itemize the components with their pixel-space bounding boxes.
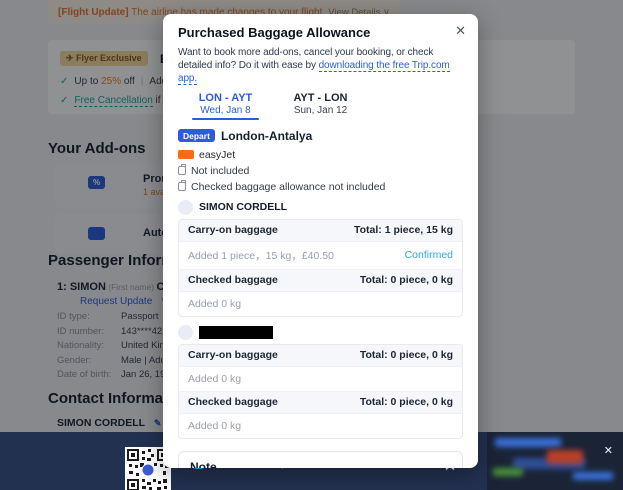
table-row: Checked baggage Total: 0 piece, 0 kg (179, 392, 462, 413)
baggage-table-passenger-2: Carry-on baggage Total: 0 piece, 0 kg Ad… (178, 344, 463, 439)
depart-badge: Depart (178, 129, 215, 142)
carry-on-bag-icon (178, 166, 186, 175)
passenger-1-header: SIMON CORDELL (178, 200, 463, 215)
modal-intro: Want to book more add-ons, cancel your b… (178, 46, 463, 86)
photo-blob (493, 468, 523, 476)
baggage-table-passenger-1: Carry-on baggage Total: 1 piece, 15 kg A… (178, 219, 463, 317)
modal-title: Purchased Baggage Allowance (178, 25, 463, 40)
close-icon[interactable]: ✕ (455, 23, 466, 39)
passenger-2-header (178, 325, 463, 340)
table-row: Added 0 kg (179, 413, 462, 438)
note-heading: Note (190, 460, 451, 468)
flight-tabs: LON - AYT Wed, Jan 8 AYT - LON Sun, Jan … (178, 92, 463, 120)
carryon-notice: Not included (178, 165, 463, 177)
route-title: London-Antalya (221, 129, 312, 143)
close-icon[interactable]: ✕ (604, 444, 613, 457)
note-card: Note Changes & Cancellations Carry-on Ba… (178, 451, 463, 468)
tab-return[interactable]: AYT - LON Sun, Jan 12 (273, 92, 368, 120)
photo-blob (495, 438, 561, 447)
redacted-name (199, 326, 273, 339)
table-row: Added 0 kg (179, 291, 462, 316)
airline-row: easyJet (178, 149, 463, 161)
avatar (178, 200, 193, 215)
depart-row: Depart London-Antalya (178, 129, 463, 143)
photo-blob (547, 450, 583, 464)
table-row: Checked baggage Total: 0 piece, 0 kg (179, 270, 462, 291)
photo-blob (573, 472, 613, 480)
status-badge: Confirmed (405, 249, 453, 261)
booking-page: [Flight Update] The airline has made cha… (0, 0, 623, 490)
avatar (178, 325, 193, 340)
table-row: Added 1 piece，15 kg，£40.50 Confirmed (179, 241, 462, 270)
table-row: Carry-on baggage Total: 1 piece, 15 kg (179, 220, 462, 241)
airline-name: easyJet (199, 149, 235, 161)
checked-notice: Checked baggage allowance not included (178, 181, 463, 193)
banner-photo: ✕ (487, 432, 623, 490)
tab-outbound[interactable]: LON - AYT Wed, Jan 8 (178, 92, 273, 120)
checked-bag-icon (178, 182, 186, 191)
baggage-allowance-modal: Purchased Baggage Allowance ✕ Want to bo… (163, 14, 478, 468)
table-row: Carry-on baggage Total: 0 piece, 0 kg (179, 345, 462, 366)
easyjet-logo (178, 150, 194, 159)
table-row: Added 0 kg (179, 366, 462, 392)
